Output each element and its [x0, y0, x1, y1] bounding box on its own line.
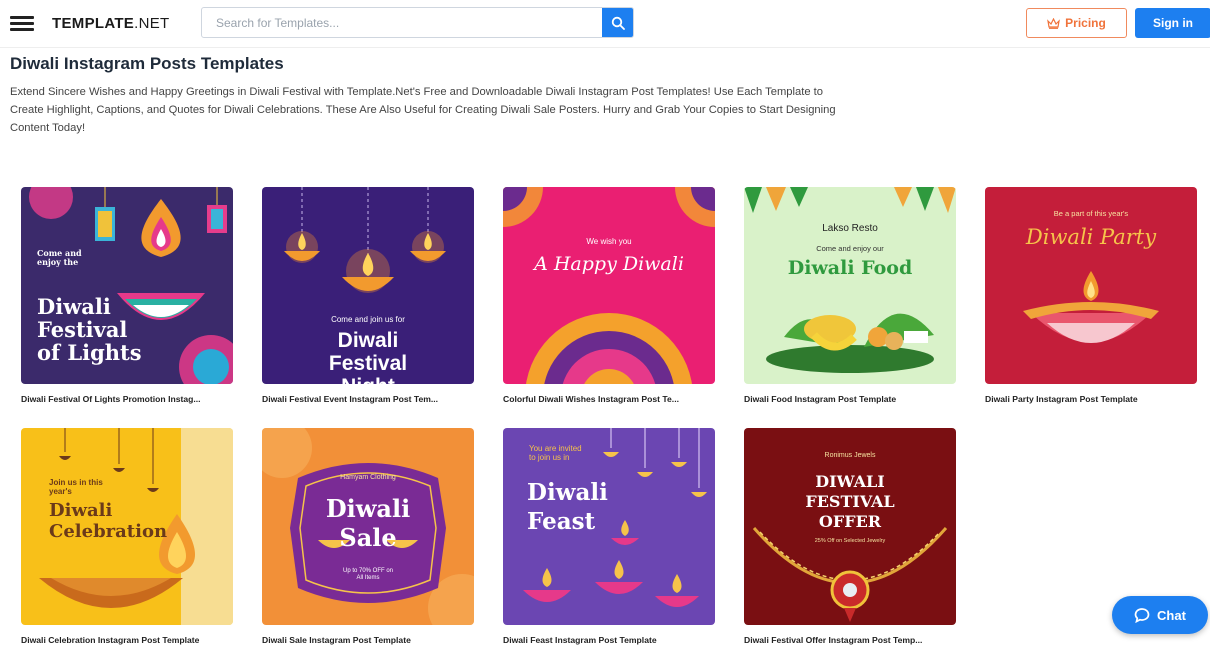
- template-card[interactable]: Come and enjoy the Diwali Festival of Li…: [21, 187, 233, 404]
- template-card[interactable]: Be a part of this year's Diwali Party Di…: [985, 187, 1197, 404]
- template-caption[interactable]: Diwali Sale Instagram Post Template: [262, 635, 482, 645]
- template-card[interactable]: Ronimus Jewels DIWALI FESTIVAL OFFER 25%…: [744, 428, 956, 645]
- top-navigation-bar: TEMPLATE.NET Pricing Sign in: [0, 0, 1210, 48]
- template-card[interactable]: Join us in this year's Diwali Celebratio…: [21, 428, 233, 645]
- art-title: Diwali Festival of Lights: [37, 295, 142, 364]
- search-input[interactable]: [202, 8, 592, 37]
- crown-icon: [1047, 17, 1061, 29]
- art-small-text: Come and join us for: [331, 315, 405, 324]
- search-button[interactable]: [602, 8, 633, 37]
- art-title-line: Diwali: [37, 294, 111, 319]
- art-title-line: Diwali: [527, 479, 608, 506]
- art-title-line: Night: [262, 375, 474, 384]
- logo-rest-text: .NET: [134, 15, 170, 32]
- template-caption[interactable]: Diwali Celebration Instagram Post Templa…: [21, 635, 241, 645]
- template-caption[interactable]: Diwali Festival Event Instagram Post Tem…: [262, 394, 482, 404]
- sign-in-label: Sign in: [1153, 16, 1193, 30]
- art-title-line: Festival: [328, 352, 408, 375]
- art-title-line: Sale: [339, 523, 397, 552]
- art-title: Diwali Festival Night: [262, 329, 474, 384]
- template-caption[interactable]: Diwali Feast Instagram Post Template: [503, 635, 723, 645]
- art-title: Diwali Food: [787, 257, 913, 279]
- template-card[interactable]: Hamyam Clothing Diwali Sale Up to 70% OF…: [262, 428, 474, 645]
- chat-button[interactable]: Chat: [1112, 596, 1208, 634]
- art-brand-text: Ronimus Jewels: [824, 452, 876, 459]
- menu-icon[interactable]: [10, 16, 34, 32]
- sign-in-button[interactable]: Sign in: [1135, 8, 1210, 38]
- template-caption[interactable]: Diwali Festival Of Lights Promotion Inst…: [21, 394, 241, 404]
- template-thumbnail[interactable]: We wish you A Happy Diwali: [503, 187, 715, 384]
- art-title-line: of Lights: [37, 340, 142, 365]
- art-title: Diwali Party: [1025, 225, 1157, 249]
- template-thumbnail[interactable]: Lakso Resto Come and enjoy our Diwali Fo…: [744, 187, 956, 384]
- art-title-line: FESTIVAL: [805, 492, 895, 511]
- art-title-line: Celebration: [49, 521, 168, 542]
- template-thumbnail[interactable]: Ronimus Jewels DIWALI FESTIVAL OFFER 25%…: [744, 428, 956, 625]
- art-title: Diwali Feast: [527, 478, 608, 536]
- art-title-line: DIWALI: [815, 472, 885, 491]
- page-title: Diwali Instagram Posts Templates: [10, 54, 284, 73]
- art-title-line: Festival: [37, 317, 128, 342]
- template-thumbnail[interactable]: Come and enjoy the Diwali Festival of Li…: [21, 187, 233, 384]
- art-title: DIWALI FESTIVAL OFFER: [744, 472, 956, 532]
- template-thumbnail[interactable]: Come and join us for Diwali Festival Nig…: [262, 187, 474, 384]
- pricing-label: Pricing: [1065, 16, 1106, 30]
- template-card[interactable]: Lakso Resto Come and enjoy our Diwali Fo…: [744, 187, 956, 404]
- art-title-line: OFFER: [818, 512, 882, 531]
- page-description: Extend Sincere Wishes and Happy Greeting…: [10, 86, 836, 135]
- template-thumbnail[interactable]: Hamyam Clothing Diwali Sale Up to 70% OF…: [262, 428, 474, 625]
- chat-label: Chat: [1157, 607, 1186, 623]
- chat-bubble-icon: [1134, 608, 1150, 623]
- search-icon: [611, 16, 625, 30]
- art-small-text: Come and enjoy the: [37, 248, 82, 267]
- art-small-text: 25% Off on Selected Jewelry: [814, 538, 886, 544]
- search-box: [201, 7, 634, 38]
- template-caption[interactable]: Diwali Party Instagram Post Template: [985, 394, 1205, 404]
- art-title-line: Diwali: [49, 500, 113, 521]
- logo-bold-text: TEMPLATE: [52, 15, 135, 32]
- site-logo[interactable]: TEMPLATE.NET: [52, 15, 170, 32]
- art-small-text: Up to 70% OFF on All Items: [342, 568, 394, 581]
- template-card[interactable]: Come and join us for Diwali Festival Nig…: [262, 187, 474, 404]
- template-caption[interactable]: Colorful Diwali Wishes Instagram Post Te…: [503, 394, 723, 404]
- template-caption[interactable]: Diwali Food Instagram Post Template: [744, 394, 964, 404]
- template-card[interactable]: We wish you A Happy Diwali Colorful Diwa…: [503, 187, 715, 404]
- art-small-text: Come and enjoy our: [816, 244, 884, 253]
- art-title: A Happy Diwali: [534, 253, 684, 275]
- template-thumbnail[interactable]: Be a part of this year's Diwali Party: [985, 187, 1197, 384]
- art-title: Diwali Celebration: [49, 500, 167, 542]
- art-title-line: Feast: [527, 508, 596, 535]
- art-small-text: We wish you: [586, 237, 632, 246]
- art-brand-text: Hamyam Clothing: [340, 474, 396, 481]
- template-thumbnail[interactable]: Join us in this year's Diwali Celebratio…: [21, 428, 233, 625]
- pricing-button[interactable]: Pricing: [1026, 8, 1127, 38]
- art-title-line: Diwali: [337, 329, 399, 352]
- template-caption[interactable]: Diwali Festival Offer Instagram Post Tem…: [744, 635, 964, 645]
- art-brand-text: Lakso Resto: [822, 223, 878, 234]
- art-small-text: You are invited to join us in: [529, 444, 582, 462]
- art-small-text: Join us in this year's: [49, 478, 103, 496]
- art-title: Diwali Sale: [262, 494, 474, 552]
- art-small-text: Be a part of this year's: [1053, 209, 1129, 218]
- art-title-line: Diwali: [325, 494, 411, 523]
- template-thumbnail[interactable]: You are invited to join us in Diwali Fea…: [503, 428, 715, 625]
- template-card[interactable]: You are invited to join us in Diwali Fea…: [503, 428, 715, 645]
